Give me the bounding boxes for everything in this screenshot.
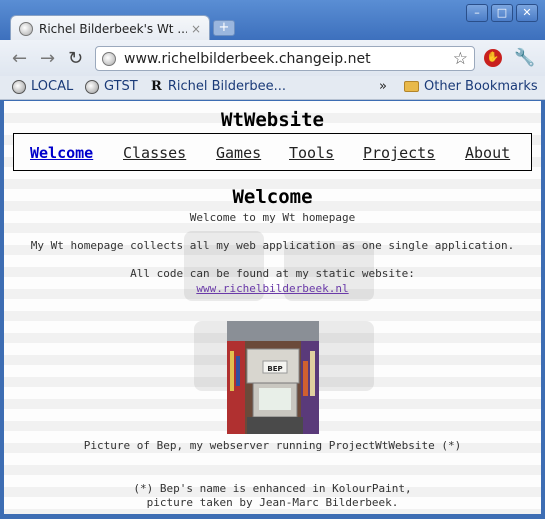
collects-text: My Wt homepage collects all my web appli… xyxy=(30,239,515,252)
tab-close-icon[interactable]: × xyxy=(191,22,201,36)
forward-button[interactable]: → xyxy=(40,48,55,69)
bookmarks-overflow-button[interactable]: » xyxy=(379,79,387,94)
minimize-button[interactable]: – xyxy=(466,4,488,22)
tab-title: Richel Bilderbeek's Wt ... xyxy=(39,21,187,36)
globe-icon xyxy=(85,79,99,94)
static-website-line: www.richelbilderbeek.nl xyxy=(4,282,541,295)
photo-caption: Picture of Bep, my webserver running Pro… xyxy=(83,439,462,452)
other-bookmarks[interactable]: Other Bookmarks xyxy=(404,79,538,94)
bep-label: BEP xyxy=(267,365,282,373)
r-logo-icon: R xyxy=(151,79,162,94)
page-heading: Welcome xyxy=(232,186,313,208)
menu-item-games[interactable]: Games xyxy=(216,144,261,162)
window-bottom-edge xyxy=(0,514,545,519)
menu-item-tools[interactable]: Tools xyxy=(289,144,334,162)
url-text[interactable]: www.richelbilderbeek.changeip.net xyxy=(124,51,453,67)
menu-item-classes[interactable]: Classes xyxy=(123,144,186,162)
footnote-line-2: picture taken by Jean-Marc Bilderbeek. xyxy=(146,496,399,509)
back-button[interactable]: ← xyxy=(12,48,27,69)
site-title: WtWebsite xyxy=(221,109,324,131)
address-bar[interactable]: www.richelbilderbeek.changeip.net ☆ xyxy=(95,46,475,71)
bookmark-label: GTST xyxy=(104,79,138,94)
bookmarks-bar: LOCAL GTST R Richel Bilderbee... » Other… xyxy=(0,76,545,100)
bep-photo: BEP xyxy=(227,321,319,434)
menu-item-about[interactable]: About xyxy=(465,144,510,162)
menu-item-welcome[interactable]: Welcome xyxy=(30,144,93,162)
page-content: WtWebsite Welcome Classes Games Tools Pr… xyxy=(4,101,541,514)
code-text: All code can be found at my static websi… xyxy=(130,267,415,280)
bookmark-local[interactable]: LOCAL xyxy=(12,79,73,94)
reload-button[interactable]: ↻ xyxy=(68,48,83,69)
close-window-button[interactable]: ✕ xyxy=(516,4,538,22)
maximize-button[interactable]: □ xyxy=(491,4,513,22)
stop-icon[interactable]: ✋ xyxy=(484,49,502,67)
other-bookmarks-label: Other Bookmarks xyxy=(424,79,538,94)
folder-icon xyxy=(404,81,419,92)
footnote-line-1: (*) Bep's name is enhanced in KolourPain… xyxy=(133,482,412,495)
globe-icon xyxy=(12,79,26,94)
globe-icon xyxy=(19,21,33,36)
bookmark-label: LOCAL xyxy=(31,79,74,94)
title-bar: Richel Bilderbeek's Wt ... × + – □ ✕ xyxy=(0,0,545,41)
bookmark-label: Richel Bilderbee... xyxy=(167,79,286,94)
browser-tab[interactable]: Richel Bilderbeek's Wt ... × xyxy=(10,15,210,41)
menu-item-projects[interactable]: Projects xyxy=(363,144,435,162)
static-website-link[interactable]: www.richelbilderbeek.nl xyxy=(196,282,348,295)
wrench-icon[interactable]: 🔧 xyxy=(514,48,535,68)
new-tab-button[interactable]: + xyxy=(213,20,235,36)
main-menu: Welcome Classes Games Tools Projects Abo… xyxy=(13,133,532,171)
browser-toolbar: ← → ↻ www.richelbilderbeek.changeip.net … xyxy=(0,40,545,76)
globe-icon xyxy=(102,51,116,66)
bookmark-gtst[interactable]: GTST xyxy=(85,79,138,94)
intro-text: Welcome to my Wt homepage xyxy=(189,211,356,224)
star-icon[interactable]: ☆ xyxy=(453,49,468,69)
bookmark-richel[interactable]: R Richel Bilderbee... xyxy=(151,79,286,94)
